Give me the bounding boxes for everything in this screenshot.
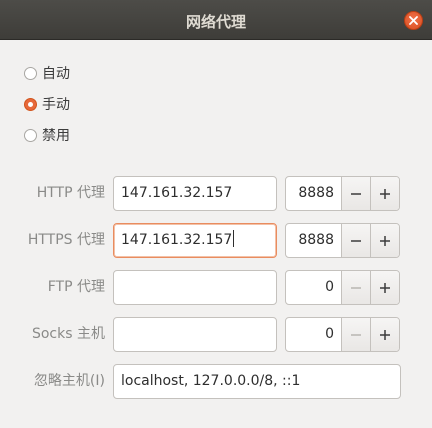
https-host-input[interactable]: 147.161.32.157 xyxy=(113,223,277,258)
ftp-port-decrement-button[interactable] xyxy=(341,271,370,304)
https-port-increment-button[interactable] xyxy=(370,224,399,257)
radio-label-manual: 手动 xyxy=(42,97,70,113)
radio-manual[interactable]: 手动 xyxy=(24,94,70,114)
https-port-decrement-button[interactable] xyxy=(341,224,370,257)
http-port-decrement-button[interactable] xyxy=(341,177,370,210)
close-button[interactable] xyxy=(404,11,423,30)
window-title: 网络代理 xyxy=(185,13,246,31)
socks-port-spinner[interactable]: 0 xyxy=(285,317,400,352)
plus-icon xyxy=(380,282,390,293)
radio-indicator[interactable] xyxy=(24,128,37,142)
http-proxy-label: HTTP 代理 xyxy=(36,185,105,201)
title-bar: 网络代理 xyxy=(0,0,432,40)
ftp-port-spinner[interactable]: 0 xyxy=(285,270,400,305)
radio-label-automatic: 自动 xyxy=(42,66,70,82)
plus-icon xyxy=(380,188,390,199)
socks-host-input[interactable] xyxy=(113,317,277,352)
minus-icon xyxy=(351,286,361,289)
ftp-host-input[interactable] xyxy=(113,270,277,305)
plus-icon xyxy=(380,235,390,246)
ignore-hosts-label: 忽略主机(I) xyxy=(33,373,105,389)
plus-icon xyxy=(380,329,390,340)
http-port-value[interactable]: 8888 xyxy=(286,177,341,210)
text-caret xyxy=(233,230,235,247)
https-proxy-label: HTTPS 代理 xyxy=(27,232,105,248)
minus-icon xyxy=(351,333,361,336)
http-port-spinner[interactable]: 8888 xyxy=(285,176,400,211)
ftp-port-value[interactable]: 0 xyxy=(286,271,341,304)
minus-icon xyxy=(351,239,361,242)
socks-port-increment-button[interactable] xyxy=(370,318,399,351)
https-port-spinner[interactable]: 8888 xyxy=(285,223,400,258)
ftp-proxy-label: FTP 代理 xyxy=(47,279,105,295)
minus-icon xyxy=(351,192,361,195)
radio-indicator[interactable] xyxy=(24,66,37,80)
socks-port-value[interactable]: 0 xyxy=(286,318,341,351)
radio-disabled[interactable]: 禁用 xyxy=(24,125,70,145)
https-port-value[interactable]: 8888 xyxy=(286,224,341,257)
socks-port-decrement-button[interactable] xyxy=(341,318,370,351)
close-icon xyxy=(409,16,418,25)
http-host-input[interactable]: 147.161.32.157 xyxy=(113,176,277,211)
socks-host-label: Socks 主机 xyxy=(31,326,105,342)
radio-label-disabled: 禁用 xyxy=(42,128,70,144)
radio-automatic[interactable]: 自动 xyxy=(24,63,70,83)
https-host-value: 147.161.32.157 xyxy=(121,232,233,248)
http-port-increment-button[interactable] xyxy=(370,177,399,210)
radio-indicator-checked[interactable] xyxy=(24,97,37,111)
ignore-hosts-input[interactable]: localhost, 127.0.0.0/8, ::1 xyxy=(113,364,401,399)
ftp-port-increment-button[interactable] xyxy=(370,271,399,304)
